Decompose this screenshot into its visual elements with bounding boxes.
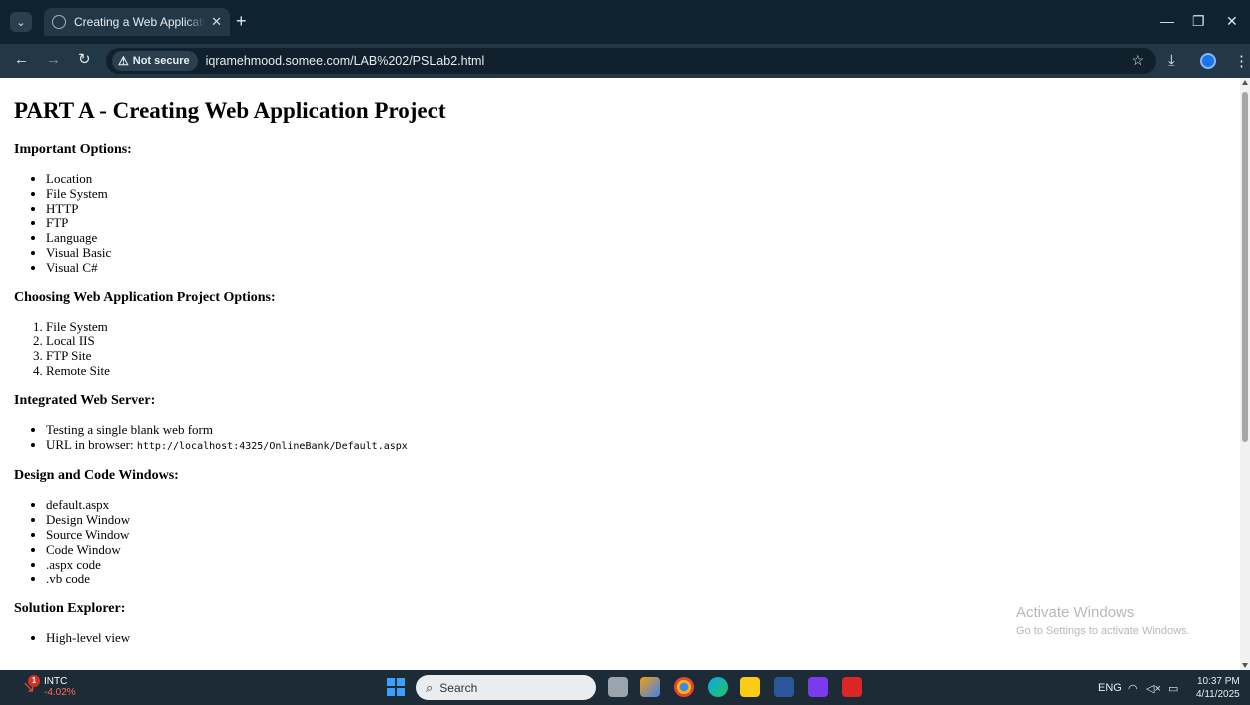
warning-icon: ⚠ <box>118 54 129 68</box>
list-item: Design Window <box>46 512 1226 528</box>
visual-studio-icon[interactable] <box>808 677 828 697</box>
not-secure-label: Not secure <box>132 55 190 67</box>
list-item: HTTP <box>46 201 1226 217</box>
back-icon[interactable]: ← <box>14 52 29 68</box>
list-item: .aspx code <box>46 557 1226 573</box>
list-item: Visual Basic <box>46 245 1226 261</box>
list-item: Remote Site <box>46 363 1226 379</box>
scroll-thumb[interactable] <box>1242 92 1248 442</box>
wifi-icon[interactable]: ◠ <box>1128 682 1138 695</box>
list-item: File System <box>46 319 1226 335</box>
stock-widget[interactable]: ↘ 1 INTC -4.02% <box>22 675 76 698</box>
activate-windows-watermark: Activate Windows Go to Settings to activ… <box>1016 604 1190 637</box>
list-item: Local IIS <box>46 334 1226 349</box>
download-icon[interactable]: ⤓ <box>1168 52 1175 69</box>
volume-icon[interactable]: ◁× <box>1146 682 1161 695</box>
file-explorer-icon[interactable] <box>740 677 760 697</box>
app-f-icon[interactable] <box>842 677 862 697</box>
page-content: PART A - Creating Web Application Projec… <box>0 78 1240 670</box>
start-windows-icon[interactable] <box>387 678 405 696</box>
browser-tab-active[interactable]: Creating a Web Application Pro ✕ <box>44 8 230 36</box>
page-scrollbar[interactable] <box>1240 78 1250 670</box>
list-item: default.aspx <box>46 498 1226 513</box>
globe-icon <box>52 15 66 29</box>
list-important-options: Location File System HTTP FTP Language V… <box>46 171 1226 276</box>
url-label: URL in browser: <box>46 436 137 452</box>
restore-icon[interactable]: ❐ <box>1192 13 1205 30</box>
search-icon: ⌕ <box>426 679 434 695</box>
list-item: FTP <box>46 216 1226 231</box>
not-secure-chip[interactable]: ⚠ Not secure <box>112 51 198 71</box>
menu-kebab-icon[interactable]: ⋮ <box>1234 52 1249 70</box>
section-heading-important-options: Important Options: <box>14 142 132 157</box>
list-item: .vb code <box>46 572 1226 587</box>
battery-icon[interactable]: ▭ <box>1168 682 1178 695</box>
url-code: http://localhost:4325/OnlineBank/Default… <box>136 440 408 452</box>
list-item: Location <box>46 171 1226 187</box>
forward-icon[interactable]: → <box>46 52 61 68</box>
close-window-icon[interactable]: ✕ <box>1226 13 1238 30</box>
taskbar-clock[interactable]: 10:37 PM 4/11/2025 <box>1196 675 1240 701</box>
list-item: Testing a single blank web form <box>46 422 1226 438</box>
language-indicator[interactable]: ENG <box>1098 682 1122 694</box>
reload-icon[interactable]: ↻ <box>78 52 91 68</box>
watermark-line1: Activate Windows <box>1016 604 1135 621</box>
address-bar[interactable]: ⚠ Not secure iqramehmood.somee.com/LAB%2… <box>106 48 1156 74</box>
section-heading-choosing-options: Choosing Web Application Project Options… <box>14 289 276 305</box>
search-placeholder: Search <box>439 680 478 695</box>
list-item: File System <box>46 186 1226 202</box>
windows-taskbar: ↘ 1 INTC -4.02% ⌕ Search ENG ◠ ◁× ▭ 10:3… <box>0 670 1250 705</box>
scroll-down-icon[interactable] <box>1242 663 1248 668</box>
clock-date: 4/11/2025 <box>1196 689 1240 700</box>
url-text[interactable]: iqramehmood.somee.com/LAB%202/PSLab2.htm… <box>206 54 485 68</box>
edge-icon[interactable] <box>708 677 728 697</box>
stock-down-icon: ↘ 1 <box>22 675 40 696</box>
new-tab-button[interactable]: + <box>236 12 247 30</box>
scroll-up-icon[interactable] <box>1242 80 1248 85</box>
bookmark-star-icon[interactable]: ☆ <box>1131 52 1144 69</box>
section-heading-design-code: Design and Code Windows: <box>14 468 179 484</box>
list-item: Source Window <box>46 527 1226 543</box>
tab-title: Creating a Web Application Pro <box>74 15 206 29</box>
chrome-icon[interactable] <box>674 677 694 697</box>
watermark-line2: Go to Settings to activate Windows. <box>1016 625 1190 637</box>
list-item: Code Window <box>46 542 1226 558</box>
taskbar-search[interactable]: ⌕ Search <box>416 675 596 700</box>
stock-change: -4.02% <box>44 687 76 698</box>
browser-tab-bar: ⌄ Creating a Web Application Pro ✕ + — ❐… <box>0 0 1250 44</box>
browser-toolbar: ← → ↻ ⚠ Not secure iqramehmood.somee.com… <box>0 44 1250 78</box>
tab-close-icon[interactable]: ✕ <box>211 14 222 30</box>
minimize-icon[interactable]: — <box>1160 13 1174 29</box>
profile-avatar[interactable] <box>1200 53 1216 69</box>
list-item: URL in browser: http://localhost:4325/On… <box>46 436 1226 455</box>
list-integrated-server: Testing a single blank web form URL in b… <box>46 422 1226 455</box>
page-title: PART A - Creating Web Application Projec… <box>14 98 446 123</box>
list-item: FTP Site <box>46 348 1226 364</box>
notification-badge: 1 <box>28 675 40 687</box>
task-view-icon[interactable] <box>608 677 628 697</box>
list-design-code: default.aspx Design Window Source Window… <box>46 498 1226 587</box>
copilot-icon[interactable] <box>640 677 660 697</box>
section-heading-integrated-server: Integrated Web Server: <box>14 392 156 408</box>
tab-search-menu-icon[interactable]: ⌄ <box>10 12 32 32</box>
clock-time: 10:37 PM <box>1196 676 1240 687</box>
list-item: Language <box>46 230 1226 246</box>
list-choosing-options: File System Local IIS FTP Site Remote Si… <box>46 319 1226 379</box>
stock-ticker: INTC <box>44 676 68 687</box>
page-viewport: PART A - Creating Web Application Projec… <box>0 78 1240 670</box>
word-icon[interactable] <box>774 677 794 697</box>
list-item: Visual C# <box>46 260 1226 276</box>
